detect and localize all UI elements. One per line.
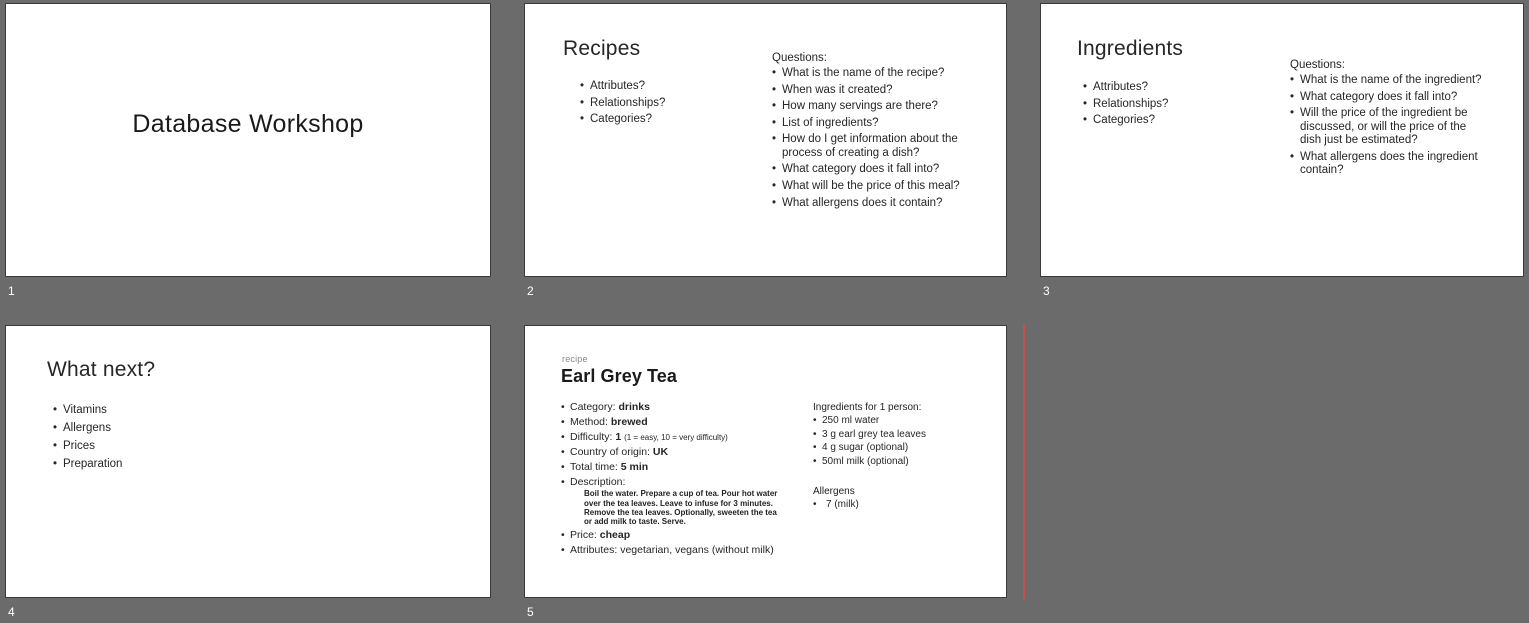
- fact-label: Category:: [570, 401, 616, 413]
- ingredients-heading: Ingredients for 1 person:: [813, 402, 922, 413]
- fact-label: Country of origin:: [570, 445, 650, 458]
- list-item: 7 (milk): [813, 499, 993, 510]
- slide-sorter-pane[interactable]: Database Workshop 1 Recipes Attributes? …: [0, 0, 1529, 623]
- fact-value: UK: [652, 445, 669, 458]
- fact-note: (1 = easy, 10 = very difficulty): [624, 432, 728, 442]
- slide-3-questions: Questions: What is the name of the ingre…: [1290, 59, 1483, 181]
- allergen-list: 7 (milk): [813, 499, 993, 510]
- list-item: What is the name of the ingredient?: [1290, 74, 1483, 88]
- slide-2-question-list: What is the name of the recipe? When was…: [772, 67, 982, 210]
- price-label: Price:: [570, 528, 597, 541]
- list-item: 4 g sugar (optional): [813, 442, 993, 453]
- slide-thumbnail-3[interactable]: Ingredients Attributes? Relationships? C…: [1040, 3, 1524, 277]
- list-item: Vitamins: [53, 404, 293, 416]
- slide-thumbnail-4[interactable]: What next? Vitamins Allergens Prices Pre…: [5, 325, 491, 598]
- questions-heading: Questions:: [1290, 59, 1345, 71]
- fact-country: Country of origin: UK: [561, 445, 811, 459]
- slide-2-left-bullets: Attributes? Relationships? Categories?: [580, 80, 750, 130]
- list-item: How many servings are there?: [772, 100, 982, 114]
- fact-value: 5 min: [620, 460, 649, 473]
- list-item: How do I get information about the proce…: [772, 133, 982, 160]
- slide-thumbnail-5[interactable]: recipe Earl Grey Tea Category: drinks Me…: [524, 325, 1007, 598]
- fact-label: Total time:: [570, 460, 618, 473]
- list-item: What allergens does the ingredient conta…: [1290, 151, 1483, 178]
- allergens-heading: Allergens: [813, 485, 855, 497]
- fact-label: Method:: [570, 415, 608, 428]
- list-item: Prices: [53, 440, 293, 452]
- fact-description: Description: Boil the water. Prepare a c…: [561, 475, 811, 527]
- fact-method: Method: brewed: [561, 415, 811, 429]
- list-item: What will be the price of this meal?: [772, 180, 982, 194]
- slide-3-question-list: What is the name of the ingredient? What…: [1290, 74, 1483, 178]
- slide-insertion-marker: [1023, 323, 1025, 600]
- attributes-label: Attributes:: [570, 543, 618, 556]
- list-item: When was it created?: [772, 84, 982, 98]
- list-item: Preparation: [53, 458, 293, 470]
- list-item: What allergens does it contain?: [772, 197, 982, 211]
- fact-attributes: Attributes: vegetarian, vegans (without …: [561, 543, 811, 557]
- slide-number-1: 1: [8, 284, 15, 298]
- description-label: Description:: [570, 475, 626, 488]
- list-item: What category does it fall into?: [1290, 91, 1483, 105]
- slide-1-title: Database Workshop: [132, 110, 364, 138]
- price-value: cheap: [599, 528, 631, 541]
- recipe-fact-list: Category: drinks Method: brewed Difficul…: [561, 401, 811, 557]
- fact-category: Category: drinks: [561, 401, 811, 414]
- slide-number-5: 5: [527, 605, 534, 619]
- slide-4-bullets: Vitamins Allergens Prices Preparation: [53, 404, 293, 476]
- slide-number-3: 3: [1043, 284, 1050, 298]
- list-item: List of ingredients?: [772, 117, 982, 131]
- slide-3-left-bullets: Attributes? Relationships? Categories?: [1083, 81, 1253, 131]
- list-item: What category does it fall into?: [772, 163, 982, 177]
- list-item: Attributes?: [580, 80, 750, 92]
- list-item: What is the name of the recipe?: [772, 67, 982, 81]
- slide-3-title: Ingredients: [1077, 37, 1184, 60]
- slide-number-2: 2: [527, 284, 534, 298]
- attributes-value: vegetarian, vegans (without milk): [620, 543, 774, 556]
- slide-number-4: 4: [8, 605, 15, 619]
- slide-thumbnail-1[interactable]: Database Workshop: [5, 3, 491, 277]
- description-text: Boil the water. Prepare a cup of tea. Po…: [584, 489, 778, 527]
- list-item: Will the price of the ingredient be disc…: [1290, 107, 1483, 148]
- recipe-kicker-label: recipe: [562, 354, 588, 364]
- slide-thumbnail-2[interactable]: Recipes Attributes? Relationships? Categ…: [524, 3, 1007, 277]
- recipe-title: Earl Grey Tea: [561, 366, 678, 386]
- fact-value: drinks: [618, 401, 650, 413]
- list-item: Attributes?: [1083, 81, 1253, 93]
- ingredient-list: 250 ml water 3 g earl grey tea leaves 4 …: [813, 415, 993, 467]
- fact-total-time: Total time: 5 min: [561, 460, 811, 474]
- list-item: 50ml milk (optional): [813, 456, 993, 467]
- list-item: 3 g earl grey tea leaves: [813, 429, 993, 440]
- fact-price: Price: cheap: [561, 528, 811, 542]
- fact-difficulty: Difficulty: 1 (1 = easy, 10 = very diffi…: [561, 430, 811, 444]
- list-item: Relationships?: [580, 97, 750, 109]
- slide-2-title: Recipes: [563, 37, 641, 60]
- slide-2-questions: Questions: What is the name of the recip…: [772, 52, 982, 213]
- list-item: Categories?: [1083, 114, 1253, 126]
- list-item: 250 ml water: [813, 415, 993, 426]
- questions-heading: Questions:: [772, 52, 827, 64]
- recipe-facts: Category: drinks Method: brewed Difficul…: [561, 401, 811, 560]
- list-item: Relationships?: [1083, 98, 1253, 110]
- list-item: Categories?: [580, 113, 750, 125]
- list-item: Allergens: [53, 422, 293, 434]
- slide-4-title: What next?: [47, 358, 156, 381]
- fact-label: Difficulty:: [570, 430, 613, 443]
- fact-value: brewed: [610, 415, 648, 428]
- fact-value: 1: [615, 430, 622, 443]
- recipe-ingredients-panel: Ingredients for 1 person: 250 ml water 3…: [813, 402, 993, 512]
